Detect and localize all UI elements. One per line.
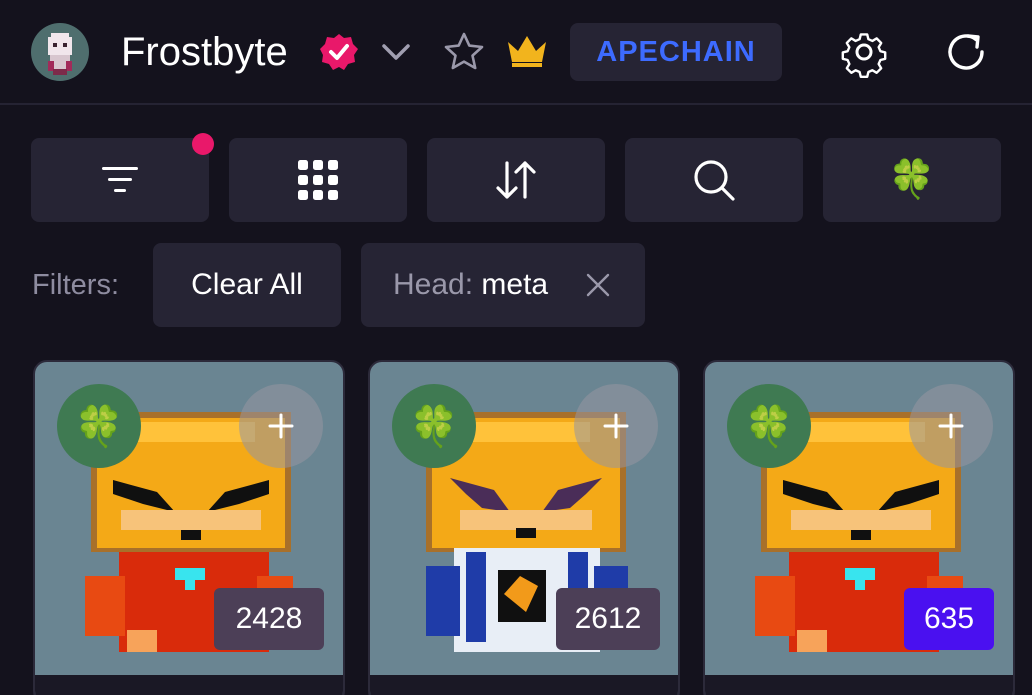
collection-title: Frostbyte [121, 30, 288, 74]
clover-button[interactable]: 🍀 [823, 138, 1001, 222]
clear-all-button[interactable]: Clear All [153, 243, 341, 327]
card-footer [705, 675, 1013, 695]
search-icon [694, 160, 735, 201]
nft-card[interactable]: 🍀 635 [703, 360, 1015, 695]
filter-icon [102, 167, 138, 192]
favorite-clover-button[interactable]: 🍀 [727, 384, 811, 468]
filter-chip-value: meta [481, 268, 549, 301]
chain-badge: APECHAIN [570, 23, 782, 81]
star-icon[interactable] [442, 30, 486, 74]
favorite-clover-button[interactable]: 🍀 [57, 384, 141, 468]
card-footer [370, 675, 678, 695]
sort-button[interactable] [427, 138, 605, 222]
token-number-badge: 635 [904, 588, 994, 650]
close-icon[interactable] [585, 272, 611, 298]
plus-icon [938, 413, 964, 439]
grid-view-button[interactable] [229, 138, 407, 222]
add-button[interactable] [574, 384, 658, 468]
card-footer [35, 675, 343, 695]
clover-icon: 🍀 [74, 404, 124, 449]
chevron-down-icon[interactable] [378, 34, 414, 70]
sort-icon [496, 161, 536, 199]
collection-avatar[interactable] [31, 23, 89, 81]
crown-icon [508, 36, 546, 67]
add-button[interactable] [909, 384, 993, 468]
filter-button[interactable] [31, 138, 209, 222]
token-number-badge: 2428 [214, 588, 324, 650]
filters-label: Filters: [32, 269, 119, 301]
clover-icon: 🍀 [888, 159, 936, 201]
plus-icon [603, 413, 629, 439]
nft-card[interactable]: 🍀 2612 [368, 360, 680, 695]
refresh-icon[interactable] [940, 26, 992, 78]
verified-badge-icon [320, 34, 358, 70]
favorite-clover-button[interactable]: 🍀 [392, 384, 476, 468]
filter-chip-key: Head: [393, 268, 474, 301]
clover-icon: 🍀 [409, 404, 459, 449]
grid-icon [298, 160, 338, 200]
plus-icon [268, 413, 294, 439]
nft-card[interactable]: 🍀 2428 [33, 360, 345, 695]
clover-icon: 🍀 [744, 404, 794, 449]
filter-chip-head[interactable]: Head: meta [361, 243, 645, 327]
collection-header: Frostbyte APECHAIN [0, 0, 1032, 105]
add-button[interactable] [239, 384, 323, 468]
notification-dot [192, 133, 214, 155]
token-number-badge: 2612 [556, 588, 660, 650]
search-button[interactable] [625, 138, 803, 222]
gear-icon[interactable] [838, 26, 890, 78]
